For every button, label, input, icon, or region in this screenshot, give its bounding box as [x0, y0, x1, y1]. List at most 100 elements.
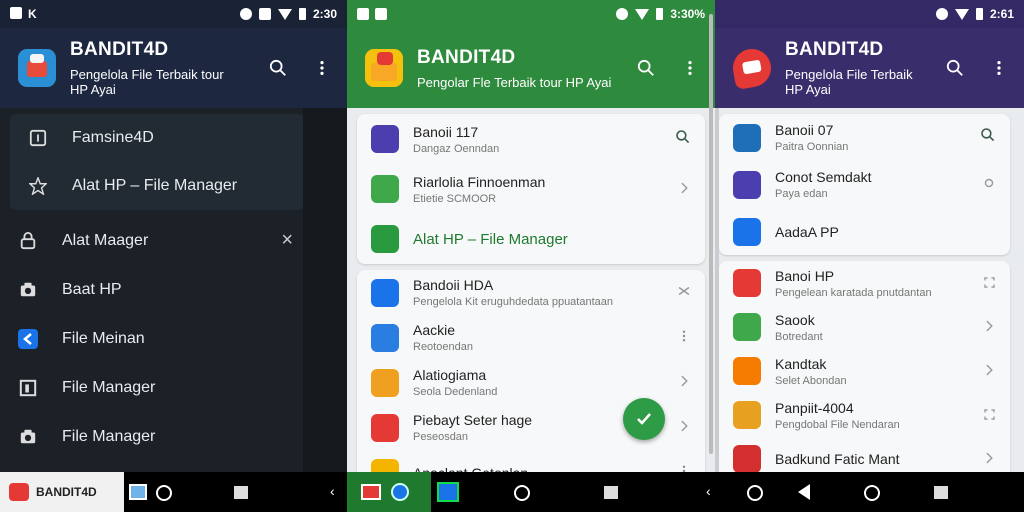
drawer-item-famsine4d[interactable]: Famsine4D ⋮: [10, 114, 335, 162]
search-icon[interactable]: [267, 57, 289, 79]
list-item[interactable]: Alat HP – File Manager: [357, 214, 705, 264]
back-chevron-icon[interactable]: ‹: [330, 483, 335, 499]
drawer-item-label: File Meinan: [62, 329, 145, 347]
file-type-icon: [733, 269, 761, 297]
app-thumb-icon: [361, 484, 381, 500]
chevron-right-icon[interactable]: [982, 317, 996, 338]
list-item[interactable]: Conot Semdakt Paya edan: [719, 161, 1010, 208]
recents-button[interactable]: [604, 486, 618, 499]
file-manager-screen-green: 3:30% BANDIT4D Pengolar Fle Terbaik tour…: [347, 0, 715, 472]
list-item[interactable]: Bandoii HDA Pengelola Kit eruguhdedata pp…: [357, 270, 705, 315]
wifi-icon: [277, 8, 292, 20]
notification-icon: [10, 7, 22, 19]
chevron-right-icon[interactable]: [677, 179, 691, 200]
list-item[interactable]: Banoii 07 Paitra Oonnian: [719, 114, 1010, 161]
list-item[interactable]: Alatiogiama Seola Dedenland: [357, 360, 705, 405]
back-button[interactable]: [798, 484, 810, 500]
drawer-item-alat-hp[interactable]: Alat HP – File Manager ↻: [10, 162, 341, 210]
list-item[interactable]: Banoi HP Pengelean karatada pnutdantan: [719, 261, 1010, 305]
camera-icon: [18, 427, 38, 447]
confirm-fab[interactable]: [623, 398, 665, 440]
list-item[interactable]: Saook Botredant: [719, 305, 1010, 349]
home-button[interactable]: [747, 485, 763, 501]
item-title: Aackie: [413, 322, 456, 338]
drawer-item-baat-hp[interactable]: Baat HP: [0, 265, 347, 314]
app-title: BANDIT4D: [417, 46, 516, 68]
star-icon: [28, 176, 48, 196]
file-type-icon: [733, 313, 761, 341]
taskbar-app-chip[interactable]: BANDIT4D: [0, 472, 124, 512]
app-title: BANDIT4D: [785, 39, 884, 60]
list-item[interactable]: Badkund Fatic Mant: [719, 437, 1010, 472]
shortcut-card: Banoii 117 Dangaz Oenndan Riarlolia Finnoe…: [357, 114, 705, 264]
drawer-screen: K 2:30 BANDIT4D Pengelola File Terbaik t…: [0, 0, 347, 472]
home-button[interactable]: [156, 485, 172, 501]
app-icon: [18, 328, 38, 349]
list-item[interactable]: Banoii 117 Dangaz Oenndan: [357, 114, 705, 164]
drawer-item-file-meinan[interactable]: File Meinan: [0, 314, 347, 363]
list-item[interactable]: Riarlolia Finnoenman Etietie SCMOOR: [357, 164, 705, 214]
file-type-icon: [733, 217, 761, 246]
drawer-item-label: File Manager: [62, 427, 156, 445]
search-icon[interactable]: [675, 129, 691, 150]
taskbar-active-app[interactable]: [347, 472, 431, 512]
lock-icon: [18, 231, 38, 251]
drawer-item-file-manager[interactable]: File Manager: [0, 363, 347, 412]
chevron-right-icon[interactable]: [982, 361, 996, 382]
list-item[interactable]: Anaclant Getonlan: [357, 450, 705, 472]
drawer-item-label: Baat HP: [62, 280, 122, 298]
item-title: Bandoii HDA: [413, 277, 494, 293]
app-bar: BANDIT4D Pengolar Fle Terbaik tour HP Ay…: [347, 28, 715, 108]
status-time: 2:30: [312, 7, 337, 21]
taskbar-app-label: BANDIT4D: [36, 485, 97, 499]
search-icon[interactable]: [980, 127, 996, 148]
list-item[interactable]: Panpiit-4004 Pengdobal File Nendaran: [719, 393, 1010, 437]
list-item[interactable]: Kandtak Selet Abondan: [719, 349, 1010, 393]
shuffle-icon[interactable]: [677, 282, 691, 303]
item-title: Panpiit-4004: [775, 399, 854, 416]
status-bar: 2:61: [715, 0, 1024, 28]
chevron-right-icon[interactable]: [982, 449, 996, 470]
close-icon[interactable]: ×: [281, 229, 293, 252]
file-type-icon: [733, 170, 761, 199]
item-title: Conot Semdakt: [775, 169, 872, 185]
expand-icon[interactable]: [983, 405, 996, 426]
home-button[interactable]: [514, 485, 530, 501]
app-logo-icon: [365, 49, 403, 87]
vscode-icon[interactable]: [437, 482, 459, 502]
file-type-icon: [733, 123, 761, 152]
drawer-item-file-manager-2[interactable]: File Manager: [0, 412, 347, 461]
item-subtitle: Paya edan: [775, 188, 828, 200]
list-item[interactable]: AadaA PP: [719, 208, 1010, 255]
item-subtitle: Dangaz Oenndan: [413, 142, 500, 155]
drawer-item-alat-maager[interactable]: Alat Maager × ⨯: [0, 216, 347, 265]
scrollbar[interactable]: [709, 14, 713, 454]
item-title: Badkund Fatic Mant: [775, 451, 900, 467]
file-type-icon: [371, 278, 399, 307]
more-menu-icon[interactable]: [679, 57, 701, 79]
battery-icon: [298, 8, 306, 20]
chevron-right-icon[interactable]: [677, 372, 691, 393]
home-button[interactable]: [864, 485, 880, 501]
file-type-icon: [371, 368, 399, 397]
item-subtitle: Paitra Oonnian: [775, 141, 849, 153]
item-subtitle: Selet Abondan: [775, 374, 847, 387]
search-icon[interactable]: [944, 57, 966, 79]
chevron-right-icon[interactable]: [677, 417, 691, 438]
item-title: Alatiogiama: [413, 367, 487, 383]
item-title: Banoi HP: [775, 267, 835, 284]
back-chevron-icon[interactable]: ‹: [706, 483, 711, 499]
more-menu-icon[interactable]: [311, 57, 333, 79]
recents-button[interactable]: [934, 486, 948, 499]
search-icon[interactable]: [635, 57, 657, 79]
list-item[interactable]: Aackie Reotoendan: [357, 315, 705, 360]
recents-button[interactable]: [234, 486, 248, 499]
more-menu-icon[interactable]: [677, 327, 691, 348]
item-title: Alat HP – File Manager: [413, 230, 568, 248]
expand-icon[interactable]: [983, 273, 996, 294]
notification-icon: [375, 8, 387, 20]
more-menu-icon[interactable]: [677, 462, 691, 472]
gallery-icon[interactable]: [129, 484, 147, 500]
more-menu-icon[interactable]: [988, 57, 1010, 79]
circle-icon[interactable]: [982, 174, 996, 195]
